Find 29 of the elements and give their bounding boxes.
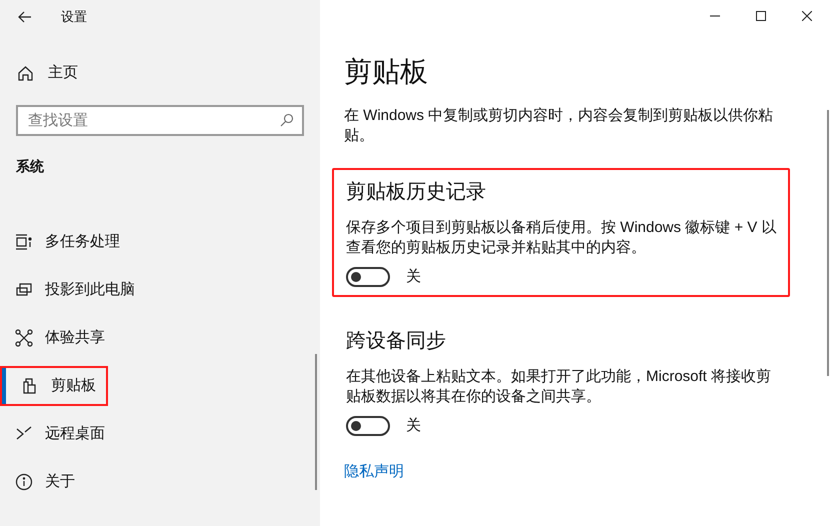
nav-item[interactable]: 剪贴板	[2, 368, 106, 404]
close-icon	[802, 11, 812, 21]
group-heading: 系统	[15, 157, 45, 176]
home-link[interactable]: 主页	[0, 59, 320, 87]
nav-item[interactable]: 远程桌面	[0, 416, 115, 452]
section-title: 剪贴板历史记录	[346, 180, 487, 205]
page-title: 剪贴板	[344, 55, 429, 89]
page-description: 在 Windows 中复制或剪切内容时，内容会复制到剪贴板以供你粘贴。	[344, 106, 774, 146]
toggle-switch[interactable]	[346, 416, 390, 436]
privacy-link[interactable]: 隐私声明	[344, 461, 830, 484]
nav-item[interactable]: 关于	[0, 464, 85, 500]
toggle-state: 关	[406, 416, 421, 436]
search-icon	[280, 113, 294, 127]
multitask-icon	[15, 233, 33, 251]
home-icon	[17, 64, 34, 82]
info-icon	[15, 473, 33, 491]
nav-item[interactable]: 多任务处理	[0, 224, 130, 260]
network-icon	[15, 329, 33, 347]
search-field[interactable]: 查找设置	[16, 105, 304, 136]
section-title: 跨设备同步	[346, 328, 447, 354]
window-title: 设置	[61, 8, 87, 26]
section-description: 保存多个项目到剪贴板以备稍后使用。按 Windows 徽标键 + V 以查看您的剪贴板历史记录并粘贴其中的内容。	[346, 218, 778, 258]
back-arrow-icon[interactable]	[18, 11, 32, 23]
nav-item[interactable]: 投影到此电脑	[0, 272, 145, 308]
nav-item[interactable]: 体验共享	[0, 320, 115, 356]
toggle-switch[interactable]	[346, 267, 390, 288]
section-description: 在其他设备上粘贴文本。如果打开了此功能，Microsoft 将接收剪贴板数据以将其在你的设备之间共享。	[346, 366, 772, 406]
maximize-icon	[756, 11, 766, 21]
toggle-state: 关	[406, 267, 421, 287]
